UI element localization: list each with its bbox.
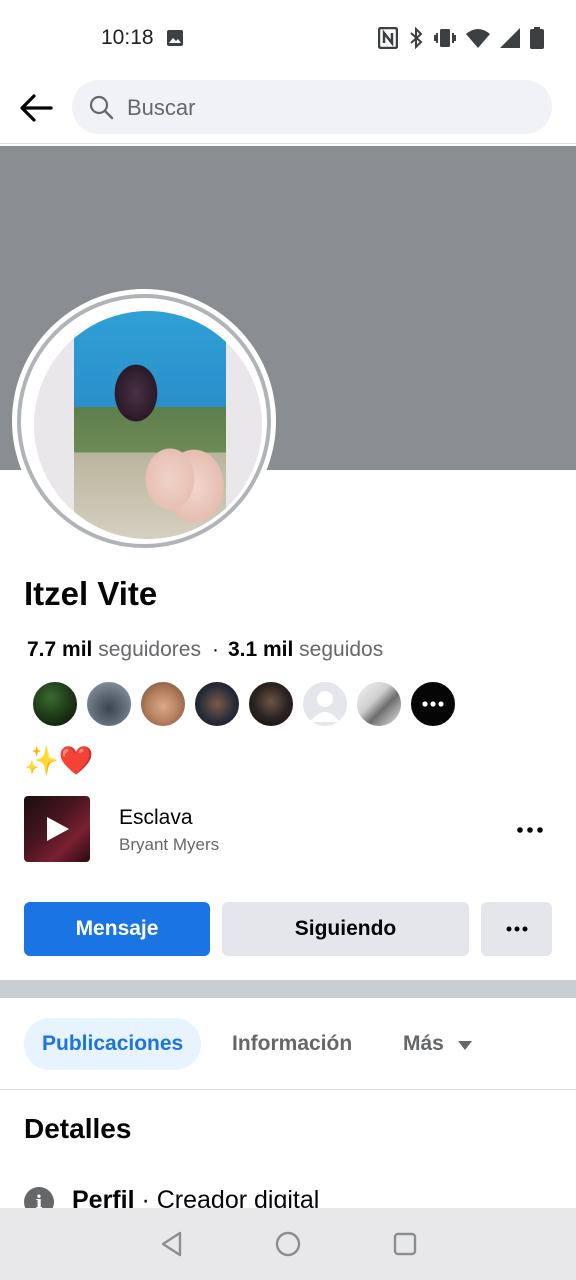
nav-recents-button[interactable] <box>389 1228 421 1260</box>
status-bar: 10:18 <box>0 0 576 76</box>
image-icon <box>166 29 184 52</box>
follower-avatar[interactable] <box>355 680 403 728</box>
more-actions-button[interactable] <box>481 902 552 956</box>
nav-home-button[interactable] <box>272 1228 304 1260</box>
follower-avatar[interactable] <box>31 680 79 728</box>
vibrate-icon <box>434 27 456 54</box>
following-count: 3.1 mil <box>227 638 294 661</box>
follower-avatar[interactable] <box>139 680 187 728</box>
system-nav-bar <box>0 1208 576 1280</box>
search-input[interactable]: Buscar <box>72 80 552 134</box>
followers-count: 7.7 mil <box>27 638 93 661</box>
status-time: 10:18 <box>101 26 154 49</box>
profile-bio: ✨❤️ <box>24 745 94 776</box>
bluetooth-icon <box>408 26 424 54</box>
music-artist: Bryant Myers <box>119 835 220 854</box>
follower-avatar[interactable] <box>193 680 241 728</box>
following-link[interactable]: 3.1 mil seguidos <box>228 638 383 661</box>
profile-avatar[interactable] <box>12 289 276 553</box>
back-button[interactable] <box>16 88 56 128</box>
avatar-story-ring <box>17 294 271 548</box>
profile-tabs: Publicaciones Información Más <box>0 998 576 1090</box>
nav-home-icon <box>275 1231 301 1257</box>
followers-link[interactable]: 7.7 mil seguidores <box>27 638 201 661</box>
music-cover <box>24 796 90 862</box>
more-dots-icon <box>506 926 527 932</box>
search-header: Buscar <box>0 76 576 144</box>
music-title: Esclava <box>119 806 193 829</box>
play-icon[interactable] <box>43 815 71 848</box>
stats-separator: · <box>211 638 219 661</box>
search-placeholder: Buscar <box>127 95 196 120</box>
tab-mas[interactable]: Más <box>403 1018 472 1070</box>
battery-icon <box>530 27 544 54</box>
profile-name: Itzel Vite <box>24 575 158 612</box>
follow-stats: 7.7 mil seguidores · 3.1 mil seguidos <box>27 638 383 662</box>
more-followers-button[interactable] <box>409 680 457 728</box>
follower-avatar[interactable] <box>85 680 133 728</box>
following-button[interactable]: Siguiendo <box>222 902 469 956</box>
avatar-photo <box>34 311 262 539</box>
profile-actions: Mensaje Siguiendo <box>24 902 552 956</box>
details-title: Detalles <box>24 1113 132 1144</box>
wifi-icon <box>466 28 490 53</box>
tab-informacion[interactable]: Información <box>232 1018 352 1070</box>
message-button[interactable]: Mensaje <box>24 902 210 956</box>
caret-down-icon <box>457 1032 472 1056</box>
nav-recents-icon <box>393 1232 417 1256</box>
back-arrow-icon <box>20 94 53 122</box>
default-user-icon <box>310 691 340 722</box>
music-options-button[interactable] <box>512 816 548 844</box>
avatar-image <box>74 311 226 539</box>
status-icons <box>377 26 544 54</box>
followers-label: seguidores <box>98 638 201 661</box>
signal-icon <box>500 28 520 53</box>
follower-avatar[interactable] <box>247 680 295 728</box>
tab-mas-label: Más <box>403 1032 444 1055</box>
search-icon <box>88 94 114 125</box>
tab-publicaciones[interactable]: Publicaciones <box>24 1018 202 1070</box>
more-dots-icon <box>422 701 444 707</box>
following-label: seguidos <box>299 638 384 661</box>
more-dots-icon <box>517 827 543 833</box>
follower-avatar-default[interactable] <box>301 680 349 728</box>
nfc-icon <box>377 26 399 54</box>
nav-back-icon <box>161 1231 182 1257</box>
profile-music[interactable]: Esclava Bryant Myers <box>24 796 554 864</box>
section-divider <box>0 980 576 998</box>
nav-back-button[interactable] <box>156 1228 188 1260</box>
